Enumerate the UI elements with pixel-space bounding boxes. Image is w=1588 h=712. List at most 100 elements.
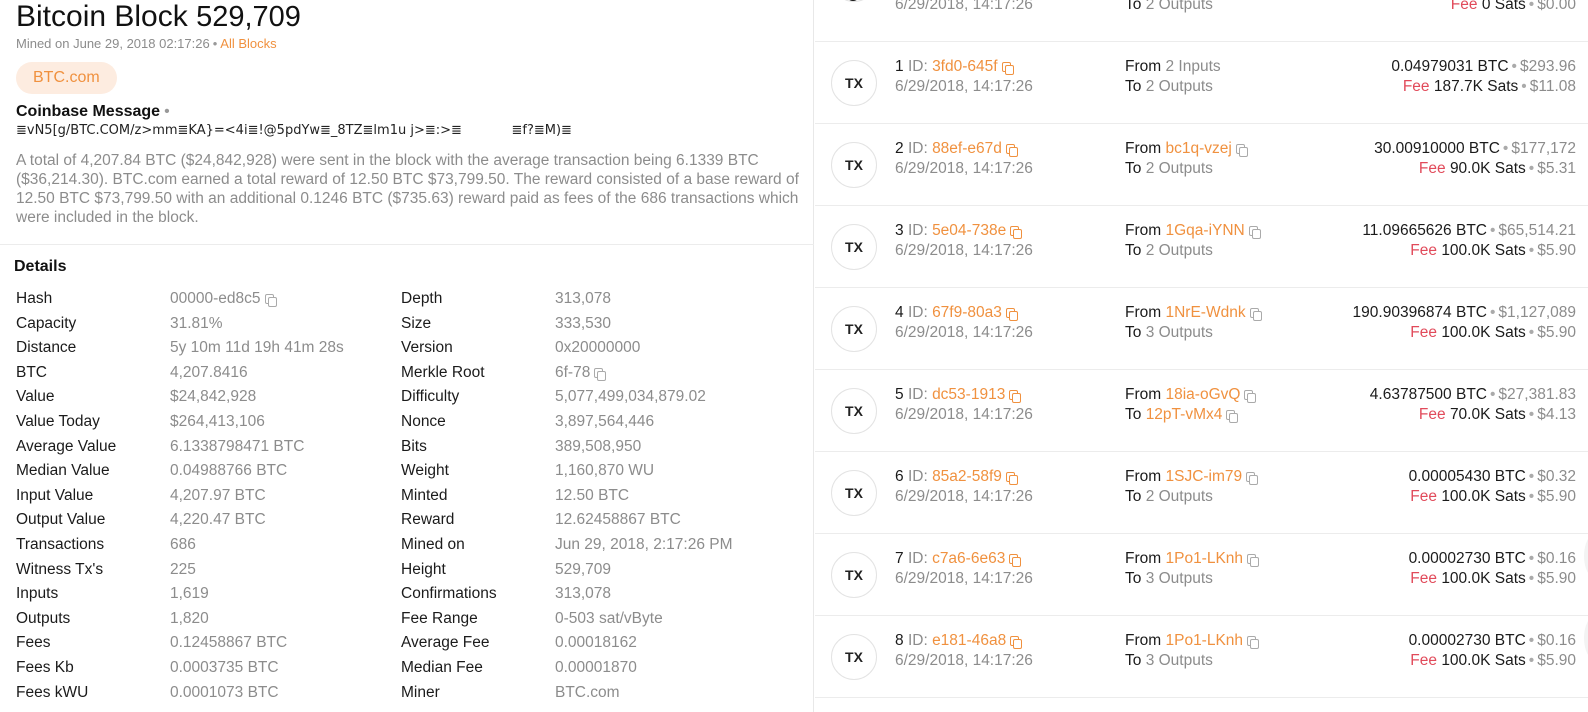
transaction-row[interactable]: TX 4 ID: 67f9-80a3 6/29/2018, 14:17:26 From… xyxy=(815,288,1588,370)
tx-fee-label: Fee xyxy=(1410,324,1437,341)
tx-id-label: ID: xyxy=(907,632,928,649)
transaction-row[interactable]: TX 1 ID: 3fd0-645f 6/29/2018, 14:17:26 From… xyxy=(815,42,1588,124)
detail-row: Value $24,842,928 xyxy=(16,388,396,413)
tx-id-link[interactable]: 88ef-e67d xyxy=(932,140,1002,157)
copy-icon[interactable] xyxy=(1010,636,1023,649)
tx-from: From bc1q-vzej xyxy=(1125,140,1248,158)
copy-icon[interactable] xyxy=(1226,410,1239,423)
bullet-separator: • xyxy=(212,36,218,51)
copy-icon[interactable] xyxy=(1005,144,1018,157)
copy-icon[interactable] xyxy=(594,367,607,381)
coinbase-heading: Coinbase Message • xyxy=(16,103,170,121)
detail-value: 0.0003735 BTC xyxy=(170,659,279,677)
copy-icon[interactable] xyxy=(1249,308,1262,321)
copy-icon[interactable] xyxy=(1005,472,1018,485)
detail-label: Median Value xyxy=(16,462,110,480)
all-blocks-link[interactable]: All Blocks xyxy=(220,36,276,51)
bullet-dot: • xyxy=(164,103,170,120)
tx-from-address-link[interactable]: 1Gqa-iYNN xyxy=(1165,222,1244,239)
detail-value-text: BTC.com xyxy=(555,683,620,701)
detail-row: BTC 4,207.8416 xyxy=(16,364,396,389)
tx-from-address-link[interactable]: 1Po1-LKnh xyxy=(1165,550,1243,567)
bullet-separator: • xyxy=(1489,386,1496,403)
tx-to-address-link[interactable]: 12pT-vMx4 xyxy=(1146,406,1223,423)
detail-value: 0-503 sat/vByte xyxy=(555,610,663,628)
transaction-row[interactable]: TX 3 ID: 5e04-738e 6/29/2018, 14:17:26 From… xyxy=(815,206,1588,288)
tx-fee: Fee 0 Sats • $0.00 xyxy=(1451,0,1576,14)
tx-from: From 18ia-oGvQ xyxy=(1125,386,1257,404)
tx-from: From 1Po1-LKnh xyxy=(1125,550,1260,568)
detail-value: 0.0001073 BTC xyxy=(170,684,279,702)
detail-label: Bits xyxy=(401,437,427,455)
detail-value-text: 31.81% xyxy=(170,314,223,332)
copy-icon[interactable] xyxy=(1247,554,1260,567)
tx-from-address-link[interactable]: 1SJC-im79 xyxy=(1165,468,1242,485)
tx-from-address-link[interactable]: 18ia-oGvQ xyxy=(1165,386,1240,403)
transaction-row[interactable]: TX 5 ID: dc53-1913 6/29/2018, 14:17:26 From… xyxy=(815,370,1588,452)
transaction-row[interactable]: TX 6 ID: 85a2-58f9 6/29/2018, 14:17:26 From… xyxy=(815,452,1588,534)
transaction-row-partial[interactable]: 6/29/2018, 14:17:26 To 2 Outputs Fee 0 S… xyxy=(815,0,1588,42)
copy-icon[interactable] xyxy=(1009,390,1022,403)
tx-index: 6 xyxy=(895,468,904,485)
transaction-row[interactable]: TX 7 ID: c7a6-6e63 6/29/2018, 14:17:26 From… xyxy=(815,534,1588,616)
tx-to-value: 3 Outputs xyxy=(1145,324,1213,341)
tx-fee: Fee 187.7K Sats • $11.08 xyxy=(1403,78,1576,96)
tx-date: 6/29/2018, 14:17:26 xyxy=(895,324,1033,341)
copy-icon[interactable] xyxy=(1247,636,1260,649)
copy-icon[interactable] xyxy=(264,294,277,307)
transaction-row[interactable]: TX 8 ID: e181-46a8 6/29/2018, 14:17:26 From… xyxy=(815,616,1588,698)
copy-icon[interactable] xyxy=(1010,226,1023,239)
tx-id-link[interactable]: c7a6-6e63 xyxy=(932,550,1005,567)
tx-from-address-link[interactable]: 1Po1-LKnh xyxy=(1165,632,1243,649)
copy-icon[interactable] xyxy=(1001,62,1014,75)
bullet-separator: • xyxy=(1489,222,1496,239)
tx-date: 6/29/2018, 14:17:26 xyxy=(895,78,1033,95)
tx-id-link[interactable]: e181-46a8 xyxy=(932,632,1006,649)
divider xyxy=(0,244,814,245)
copy-icon[interactable] xyxy=(1235,144,1248,157)
tx-to: To 2 Outputs xyxy=(1125,0,1213,14)
tx-icon: TX xyxy=(831,552,877,598)
detail-row: Fees 0.12458867 BTC xyxy=(16,634,396,659)
tx-index: 1 xyxy=(895,58,904,75)
copy-icon[interactable] xyxy=(1009,554,1022,567)
tx-index: 2 xyxy=(895,140,904,157)
tx-amount-btc: 0.00002730 BTC xyxy=(1408,550,1526,567)
bullet-separator: • xyxy=(1528,242,1535,259)
tx-from-address-link[interactable]: bc1q-vzej xyxy=(1165,140,1231,157)
tx-id-line: 5 ID: dc53-1913 xyxy=(895,386,1022,404)
tx-from-value: 2 Inputs xyxy=(1165,58,1221,75)
detail-value-text: 4,220.47 BTC xyxy=(170,511,266,529)
copy-icon[interactable] xyxy=(1248,226,1261,239)
tx-id-label: ID: xyxy=(907,386,928,403)
detail-value: 00000-ed8c5 xyxy=(170,290,277,308)
tx-from-label: From xyxy=(1125,304,1162,321)
copy-icon[interactable] xyxy=(1246,472,1259,485)
tx-from-label: From xyxy=(1125,386,1162,403)
copy-icon[interactable] xyxy=(1005,308,1018,321)
copy-icon[interactable] xyxy=(1244,390,1257,403)
tx-from-address-link[interactable]: 1NrE-Wdnk xyxy=(1165,304,1245,321)
details-heading: Details xyxy=(14,258,67,275)
bullet-separator: • xyxy=(1528,652,1535,669)
detail-value: 1,619 xyxy=(170,585,209,603)
tx-fee-usd: $5.90 xyxy=(1537,652,1576,669)
bullet-separator: • xyxy=(1528,488,1535,505)
tx-fee: Fee 90.0K Sats • $5.31 xyxy=(1419,160,1576,178)
detail-value-text: 0.0001073 BTC xyxy=(170,683,279,701)
transaction-row[interactable]: TX 2 ID: 88ef-e67d 6/29/2018, 14:17:26 From… xyxy=(815,124,1588,206)
tx-id-link[interactable]: 3fd0-645f xyxy=(932,58,998,75)
detail-label: Miner xyxy=(401,683,440,701)
tx-id-link[interactable]: 67f9-80a3 xyxy=(932,304,1002,321)
tx-id-link[interactable]: dc53-1913 xyxy=(932,386,1005,403)
tx-id-link[interactable]: 85a2-58f9 xyxy=(932,468,1002,485)
detail-label: Difficulty xyxy=(401,388,460,406)
tx-fee-label: Fee xyxy=(1418,406,1446,423)
bullet-separator: • xyxy=(1511,58,1517,75)
tx-index: 8 xyxy=(895,632,904,649)
detail-row: Minted 12.50 BTC xyxy=(401,487,801,512)
pool-badge[interactable]: BTC.com xyxy=(16,62,117,94)
detail-row: Median Fee 0.00001870 xyxy=(401,659,801,684)
tx-id-link[interactable]: 5e04-738e xyxy=(932,222,1006,239)
detail-value-text: 4,207.97 BTC xyxy=(170,486,266,504)
